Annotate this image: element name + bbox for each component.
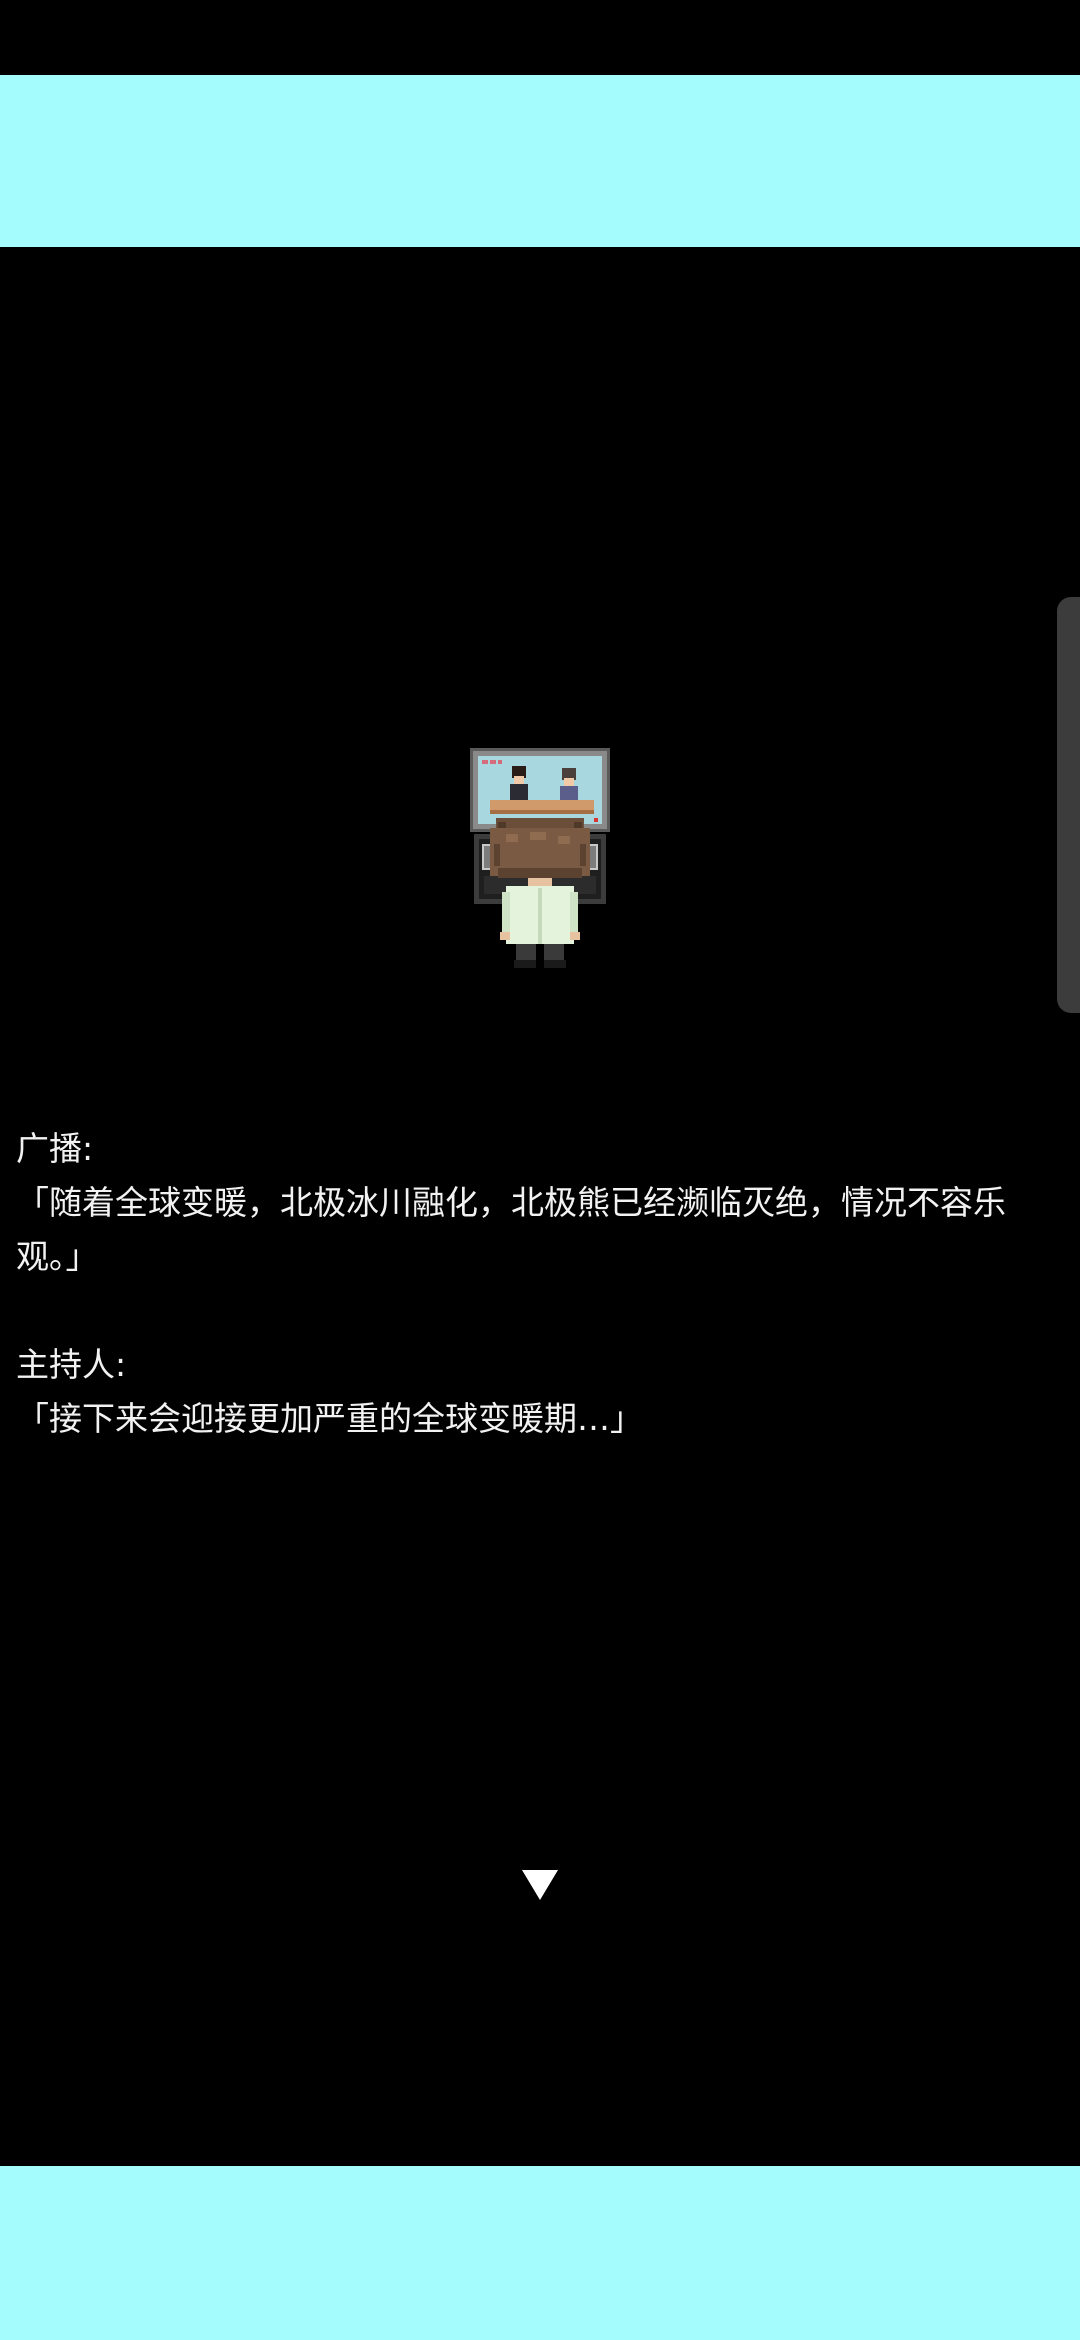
dialogue-box[interactable]: 广播: 「随着全球变暖，北极冰川融化，北极熊已经濒临灭绝，情况不容乐观。」 主持…: [16, 1122, 1066, 1500]
speaker-name: 广播:: [16, 1129, 94, 1168]
scene-character-watching-tv: [470, 748, 610, 968]
status-bar: [0, 0, 1080, 75]
dialogue-line: 「接下来会迎接更加严重的全球变暖期…」: [16, 1399, 643, 1438]
dialogue-entry: 广播: 「随着全球变暖，北极冰川融化，北极熊已经濒临灭绝，情况不容乐观。」: [16, 1122, 1066, 1284]
bottom-banner: [0, 2166, 1080, 2340]
triangle-down-icon[interactable]: [522, 1870, 558, 1900]
speaker-name: 主持人:: [16, 1345, 127, 1384]
dialogue-entry: 主持人: 「接下来会迎接更加严重的全球变暖期…」: [16, 1338, 1066, 1446]
top-banner: [0, 75, 1080, 247]
edge-panel-handle[interactable]: [1057, 597, 1080, 1013]
dialogue-line: 「随着全球变暖，北极冰川融化，北极熊已经濒临灭绝，情况不容乐观。」: [16, 1183, 1006, 1276]
